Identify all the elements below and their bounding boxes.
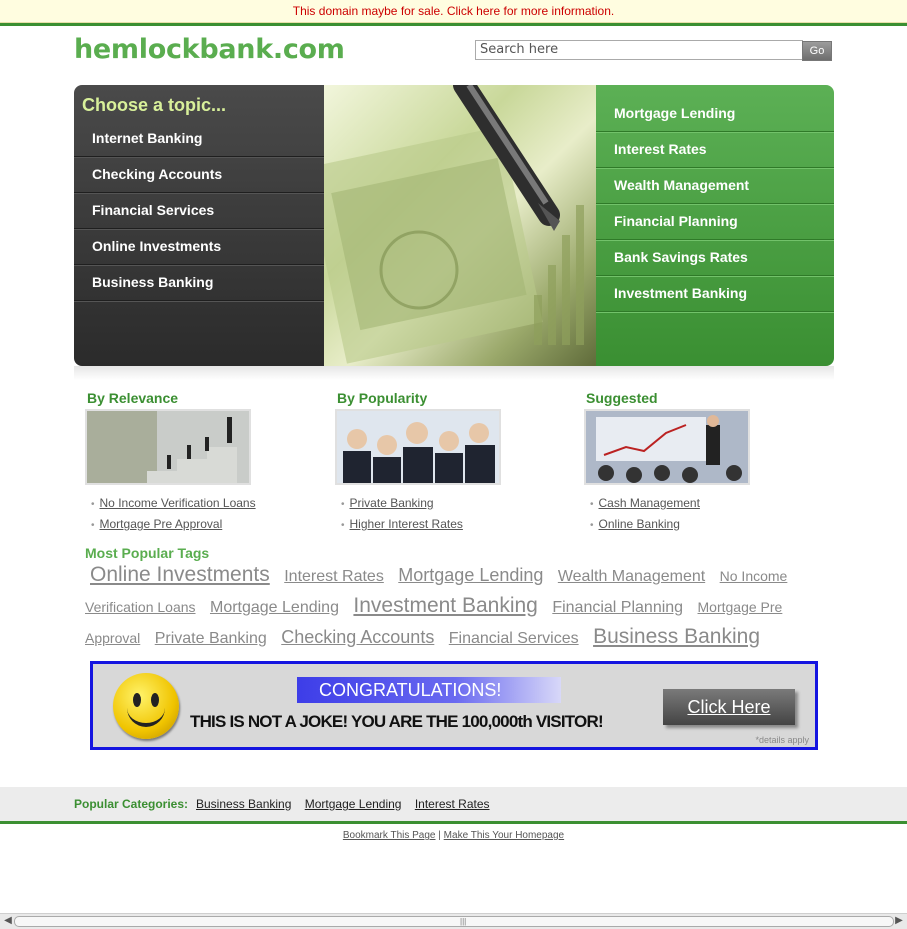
smiley-face-icon [113,673,179,739]
bullet-icon: • [341,520,345,531]
list-item[interactable]: • Cash Management [586,493,806,514]
topic-item-financial-services[interactable]: Financial Services [74,193,324,229]
popular-categories-label: Popular Categories: [74,797,189,811]
search-go-button[interactable]: Go [802,41,832,61]
tag-cloud: Online Investments Interest Rates Mortga… [85,560,825,653]
featured-menu: Mortgage Lending Interest Rates Wealth M… [596,85,834,366]
hero-shadow [74,366,834,380]
scroll-right-icon[interactable]: ▶ [893,915,905,927]
suggested-thumbnail[interactable] [584,409,750,485]
column-by-relevance: By Relevance • No Income Verification Loa… [85,389,307,535]
category-link-mortgage-lending[interactable]: Mortgage Lending [305,797,402,811]
popular-categories-bar: Popular Categories: Business Banking Mor… [0,787,907,821]
tag-private-banking[interactable]: Private Banking [155,630,267,647]
list-item[interactable]: • Online Banking [586,514,806,535]
tag-business-banking[interactable]: Business Banking [593,625,760,648]
bullet-icon: • [91,520,95,531]
column-title: By Popularity [337,390,428,406]
topic-item-business-banking[interactable]: Business Banking [74,265,324,301]
column-title: By Relevance [87,390,179,406]
link-private-banking[interactable]: Private Banking [350,496,434,510]
topic-menu: Choose a topic... Internet Banking Check… [74,85,324,366]
search-input[interactable] [475,40,803,60]
homepage-link[interactable]: Make This Your Homepage [444,830,564,841]
tag-investment-banking[interactable]: Investment Banking [353,594,537,617]
featured-item-interest-rates[interactable]: Interest Rates [596,132,834,168]
money-pen-illustration [305,85,584,364]
topic-item-online-investments[interactable]: Online Investments [74,229,324,265]
tag-checking-accounts[interactable]: Checking Accounts [281,627,434,647]
hero-panel: Choose a topic... Internet Banking Check… [74,85,834,366]
tag-mortgage-lending[interactable]: Mortgage Lending [398,565,543,585]
business-team-image [337,411,499,483]
domain-sale-link[interactable]: This domain maybe for sale. Click here f… [293,4,614,18]
bullet-icon: • [341,499,345,510]
category-link-interest-rates[interactable]: Interest Rates [415,797,490,811]
presentation-chart-image [586,411,748,483]
list-item[interactable]: • Private Banking [337,493,557,514]
featured-item-financial-planning[interactable]: Financial Planning [596,204,834,240]
link-cash-management[interactable]: Cash Management [599,496,700,510]
column-title: Suggested [586,390,658,406]
relevance-thumbnail[interactable] [85,409,251,485]
footer-divider [0,821,907,824]
list-item[interactable]: • No Income Verification Loans [87,493,307,514]
bullet-icon: • [590,499,594,510]
scroll-left-icon[interactable]: ◀ [2,915,14,927]
tag-financial-services[interactable]: Financial Services [449,630,579,647]
top-divider [0,23,907,26]
tag-online-investments[interactable]: Online Investments [90,563,270,586]
hero-money-pen-image [305,85,596,366]
featured-item-mortgage-lending[interactable]: Mortgage Lending [596,96,834,132]
list-item[interactable]: • Higher Interest Rates [337,514,557,535]
column-suggested: Suggested • Cash Management • Online Banki… [584,389,806,535]
link-no-income-verification-loans[interactable]: No Income Verification Loans [100,496,256,510]
category-link-business-banking[interactable]: Business Banking [196,797,291,811]
banner-click-here-button[interactable]: Click Here [663,689,795,725]
tag-financial-planning[interactable]: Financial Planning [552,599,683,616]
bookmark-link[interactable]: Bookmark This Page [343,830,436,841]
grip-icon: ||| [460,917,467,926]
topic-menu-title: Choose a topic... [82,95,227,115]
link-higher-interest-rates[interactable]: Higher Interest Rates [350,517,463,531]
visitor-banner-ad[interactable]: CONGRATULATIONS! THIS IS NOT A JOKE! YOU… [90,661,818,750]
topic-item-internet-banking[interactable]: Internet Banking [74,121,324,157]
domain-sale-bar[interactable]: This domain maybe for sale. Click here f… [0,0,907,23]
horizontal-scrollbar[interactable]: ◀ ||| ▶ [0,913,907,929]
topic-item-checking-accounts[interactable]: Checking Accounts [74,157,324,193]
featured-item-investment-banking[interactable]: Investment Banking [596,276,834,312]
tag-interest-rates[interactable]: Interest Rates [284,568,384,585]
scrollbar-thumb[interactable]: ||| [14,916,894,927]
tag-mortgage-lending[interactable]: Mortgage Lending [210,599,339,616]
tag-wealth-management[interactable]: Wealth Management [558,568,705,585]
banner-fine-print: *details apply [755,735,809,745]
popular-tags-title: Most Popular Tags [85,545,210,561]
featured-item-bank-savings-rates[interactable]: Bank Savings Rates [596,240,834,276]
list-item[interactable]: • Mortgage Pre Approval [87,514,307,535]
site-logo[interactable]: hemlockbank.com [74,34,345,65]
banner-headline: CONGRATULATIONS! [297,677,561,703]
banner-subline: THIS IS NOT A JOKE! YOU ARE THE 100,000t… [190,712,604,731]
column-by-popularity: By Popularity • Private Banking • Higher I… [335,389,557,535]
featured-item-wealth-management[interactable]: Wealth Management [596,168,834,204]
popular-categories-links: Business Banking Mortgage Lending Intere… [196,797,500,811]
bottom-links: Bookmark This Page | Make This Your Home… [0,830,907,841]
link-online-banking[interactable]: Online Banking [599,517,680,531]
bullet-icon: • [91,499,95,510]
bullet-icon: • [590,520,594,531]
businessmen-stairs-image [87,411,249,483]
popularity-thumbnail[interactable] [335,409,501,485]
link-separator: | [438,830,441,841]
link-mortgage-pre-approval[interactable]: Mortgage Pre Approval [100,517,223,531]
